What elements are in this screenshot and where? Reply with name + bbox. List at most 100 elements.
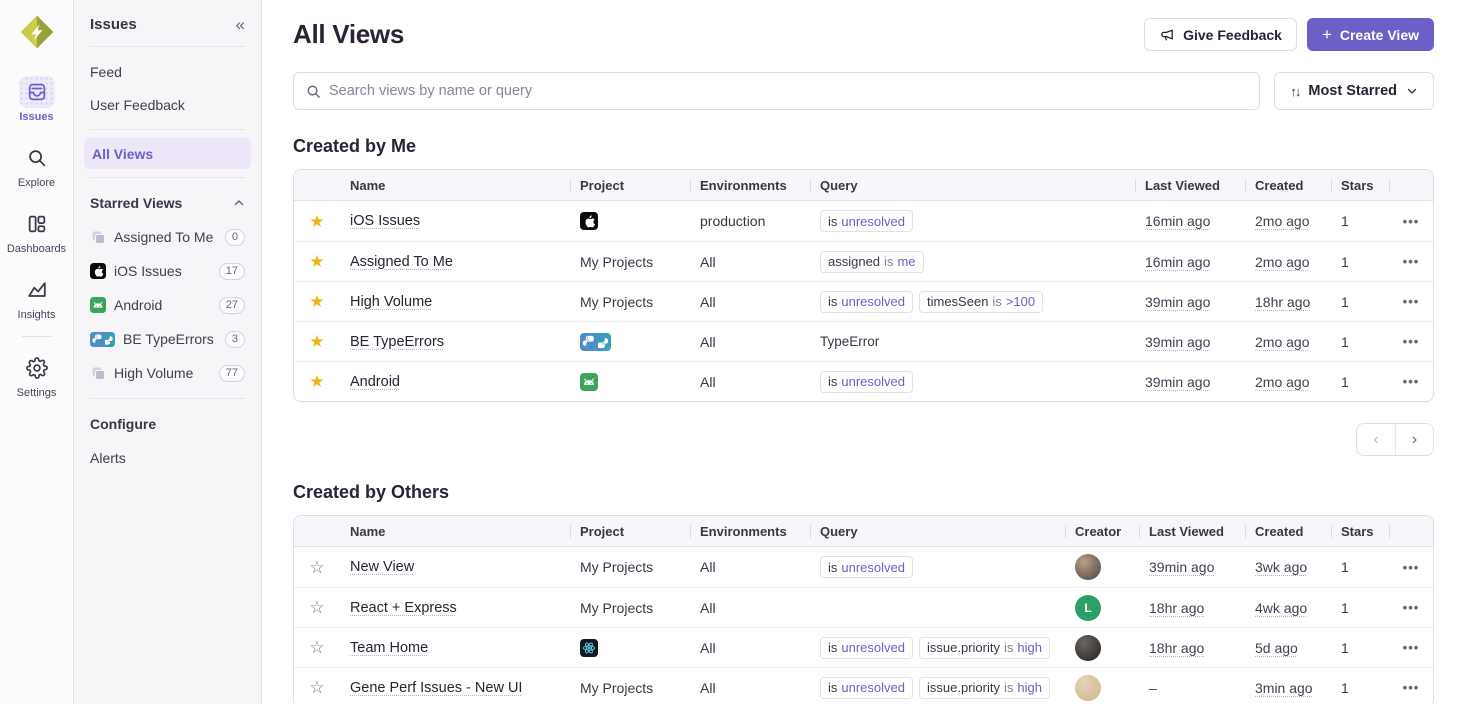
give-feedback-button[interactable]: Give Feedback: [1144, 18, 1297, 51]
creator-cell: [1065, 547, 1139, 587]
star-toggle[interactable]: ★: [309, 333, 324, 350]
star-toggle[interactable]: ★: [309, 213, 324, 230]
column-header-menu: [1389, 170, 1433, 200]
rail-item-insights[interactable]: Insights: [0, 274, 73, 321]
row-actions-menu-button[interactable]: •••: [1403, 600, 1420, 615]
name-cell: Android: [340, 362, 570, 401]
rail-item-issues[interactable]: Issues: [0, 76, 73, 123]
sidebar-item-all-views[interactable]: All Views: [84, 138, 251, 169]
search-box[interactable]: [293, 72, 1260, 110]
starred-view-item[interactable]: iOS Issues 17: [74, 254, 261, 288]
views-table: NameProjectEnvironmentsQueryLast ViewedC…: [293, 169, 1434, 402]
column-header: Query: [810, 516, 1065, 546]
column-header: Environments: [690, 170, 810, 200]
star-toggle[interactable]: ★: [309, 293, 324, 310]
table-row: ★ iOS Issues production isunresolved 16m…: [294, 201, 1433, 241]
rail-item-settings[interactable]: Settings: [0, 352, 73, 399]
project-name: My Projects: [580, 680, 653, 696]
sidebar-item-feed[interactable]: Feed: [74, 55, 261, 88]
star-toggle[interactable]: ★: [309, 373, 324, 390]
row-actions-menu-button[interactable]: •••: [1403, 680, 1420, 695]
column-header-star: [294, 516, 340, 546]
creator-avatar: [1075, 635, 1101, 661]
starred-view-item[interactable]: Android 27: [74, 288, 261, 322]
stars-count-cell: 1: [1331, 588, 1389, 627]
search-input[interactable]: [329, 83, 1247, 99]
react-project-icon: [580, 639, 598, 657]
created-cell: 2mo ago: [1245, 242, 1331, 281]
last-viewed-cell: 18hr ago: [1139, 588, 1245, 627]
star-cell: ★: [294, 201, 340, 241]
starred-view-item[interactable]: Assigned To Me 0: [74, 220, 261, 254]
row-actions-menu-button[interactable]: •••: [1403, 374, 1420, 389]
created-cell: 4wk ago: [1245, 588, 1331, 627]
star-cell: ★: [294, 242, 340, 281]
starred-views-section-header[interactable]: Starred Views: [74, 186, 261, 220]
view-name-link[interactable]: React + Express: [350, 600, 457, 616]
row-actions-menu-button[interactable]: •••: [1403, 640, 1420, 655]
table-row: ☆ React + Express My Projects All L 18hr…: [294, 587, 1433, 627]
collapse-sidebar-icon[interactable]: «: [236, 16, 245, 33]
create-view-button[interactable]: + Create View: [1307, 18, 1434, 51]
created-cell: 5d ago: [1245, 628, 1331, 667]
name-cell: iOS Issues: [340, 201, 570, 241]
rail-item-dashboards[interactable]: Dashboards: [0, 208, 73, 255]
star-cell: ★: [294, 362, 340, 401]
star-toggle[interactable]: ☆: [309, 559, 324, 576]
view-name-link[interactable]: Team Home: [350, 640, 428, 656]
row-actions-menu-button[interactable]: •••: [1403, 254, 1420, 269]
query-text: TypeError: [820, 334, 879, 349]
row-actions-menu-button[interactable]: •••: [1403, 560, 1420, 575]
name-cell: React + Express: [340, 588, 570, 627]
divider: [90, 398, 245, 399]
star-toggle[interactable]: ☆: [309, 679, 324, 696]
created-cell: 2mo ago: [1245, 362, 1331, 401]
section-title: Created by Others: [293, 482, 1434, 503]
next-page-button[interactable]: ›: [1395, 424, 1433, 455]
project-cell: My Projects: [570, 668, 690, 704]
star-toggle[interactable]: ☆: [309, 599, 324, 616]
sidebar-title: Issues: [90, 16, 137, 33]
rail-nav: Issues Explore Dashboards Insights Setti…: [0, 76, 73, 399]
created-cell: 2mo ago: [1245, 322, 1331, 361]
creator-avatar: [1075, 675, 1101, 701]
sidebar-item-user-feedback[interactable]: User Feedback: [74, 88, 261, 121]
app-logo[interactable]: [17, 12, 57, 52]
divider: [90, 129, 245, 130]
starred-view-item[interactable]: High Volume 77: [74, 356, 261, 390]
project-cell: My Projects: [570, 242, 690, 281]
column-header: Stars: [1331, 170, 1389, 200]
environments-cell: production: [690, 201, 810, 241]
row-actions-menu-button[interactable]: •••: [1403, 334, 1420, 349]
starred-view-item[interactable]: BE TypeErrors 3: [74, 322, 261, 356]
stars-count-cell: 1: [1331, 201, 1389, 241]
created-cell: 2mo ago: [1245, 201, 1331, 241]
name-cell: High Volume: [340, 282, 570, 321]
section-title: Created by Me: [293, 136, 1434, 157]
query-cell: isunresolved: [810, 201, 1135, 241]
sidebar-item-alerts[interactable]: Alerts: [74, 441, 261, 474]
row-actions-menu-button[interactable]: •••: [1403, 214, 1420, 229]
view-name-link[interactable]: Android: [350, 374, 400, 390]
row-menu-cell: •••: [1389, 322, 1433, 361]
sort-dropdown[interactable]: ↑↓ Most Starred: [1274, 72, 1434, 110]
row-actions-menu-button[interactable]: •••: [1403, 294, 1420, 309]
last-viewed-cell: 18hr ago: [1139, 628, 1245, 667]
view-name-link[interactable]: New View: [350, 559, 414, 575]
view-name-link[interactable]: High Volume: [350, 294, 432, 310]
view-name-link[interactable]: iOS Issues: [350, 213, 420, 229]
issue-count-badge: 27: [219, 297, 245, 314]
star-toggle[interactable]: ★: [309, 253, 324, 270]
query-filter-tag: isunresolved: [820, 556, 913, 578]
view-name-link[interactable]: Gene Perf Issues - New UI: [350, 680, 522, 696]
previous-page-button[interactable]: ‹: [1357, 424, 1395, 455]
star-toggle[interactable]: ☆: [309, 639, 324, 656]
rail-item-explore[interactable]: Explore: [0, 142, 73, 189]
stars-count-cell: 1: [1331, 242, 1389, 281]
row-menu-cell: •••: [1389, 547, 1433, 587]
query-cell: assignedisme: [810, 242, 1135, 281]
environments-cell: All: [690, 668, 810, 704]
views-section: Created by OthersNameProjectEnvironments…: [293, 482, 1434, 704]
view-name-link[interactable]: Assigned To Me: [350, 254, 453, 270]
view-name-link[interactable]: BE TypeErrors: [350, 334, 444, 350]
